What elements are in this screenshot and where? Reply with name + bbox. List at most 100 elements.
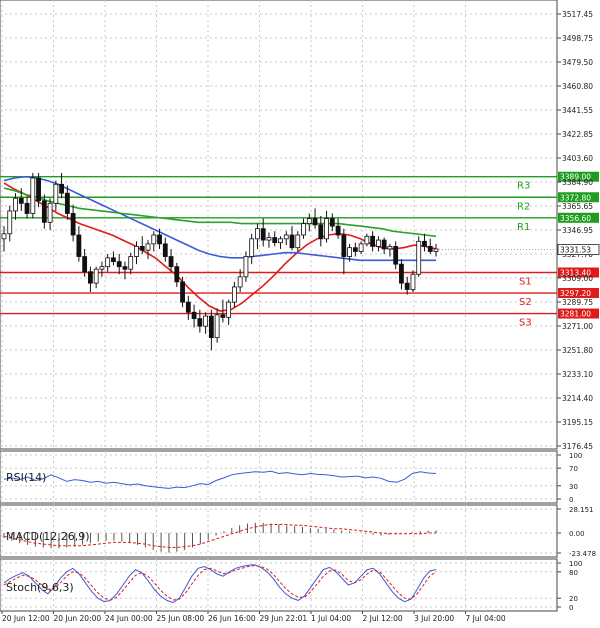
candle-body xyxy=(352,247,358,252)
panel-y-tick-label: 70 xyxy=(569,465,578,473)
candle-body xyxy=(139,246,145,251)
price-y-tick-label: 3251.80 xyxy=(562,346,593,355)
candle-body xyxy=(393,246,399,265)
price-y-tick-label: 3271.00 xyxy=(562,322,593,331)
candle-body xyxy=(185,301,191,313)
candle-body xyxy=(329,218,335,227)
x-tick-label: 25 Jun 08:00 xyxy=(157,614,205,623)
level-value-s2: 3297.20 xyxy=(560,289,591,298)
candle-body xyxy=(208,315,214,339)
candle-body xyxy=(41,200,47,223)
candle-body xyxy=(231,286,237,303)
candle-body xyxy=(174,266,180,283)
candle-body xyxy=(30,177,36,214)
x-tick-label: 7 Jul 04:00 xyxy=(466,614,506,623)
candle-body xyxy=(13,197,18,212)
macd-label: MACD(12,26,9) xyxy=(6,530,90,543)
macd-panel: 28.151 0.00 -23.478 MACD(12,26,9) xyxy=(0,504,596,558)
level-name-s3: S3 xyxy=(519,318,532,329)
x-tick-label: 29 Jun 22:01 xyxy=(260,614,308,623)
level-value-s3: 3281.00 xyxy=(560,310,591,319)
candle-body xyxy=(410,273,416,290)
price-y-tick-label: 3422.85 xyxy=(562,130,593,139)
price-y-tick-label: 3403.60 xyxy=(562,154,593,163)
price-y-tick-label: 3233.10 xyxy=(562,370,593,379)
candle-body xyxy=(122,266,128,270)
price-y-tick-label: 3365.65 xyxy=(562,202,593,211)
candle-body xyxy=(47,202,53,223)
candle-body xyxy=(128,256,134,270)
candle-body xyxy=(70,213,76,236)
candle-body xyxy=(168,256,174,268)
x-tick-label: 24 Jun 00:00 xyxy=(105,614,153,623)
candle-body xyxy=(416,240,422,275)
candle-body xyxy=(111,257,116,263)
price-y-tick-label: 3479.50 xyxy=(562,58,593,67)
candle-body xyxy=(278,238,283,244)
panel-y-tick-label: 80 xyxy=(569,569,578,577)
panel-y-tick-label: 100 xyxy=(569,452,582,460)
price-y-tick-label: 3441.55 xyxy=(562,106,593,115)
x-tick-label: 3 Jul 20:00 xyxy=(414,614,454,623)
candle-body xyxy=(24,202,30,214)
candle-body xyxy=(116,261,122,268)
candle-body xyxy=(93,268,99,284)
candle-body xyxy=(134,246,139,257)
price-y-tick-label: 3309.00 xyxy=(562,274,593,283)
candle-body xyxy=(404,282,410,290)
candle xyxy=(416,236,422,277)
candle-body xyxy=(157,234,162,245)
level-name-r1: R1 xyxy=(517,222,530,233)
candle-body xyxy=(226,301,232,318)
price-y-tick-label: 3460.80 xyxy=(562,82,593,91)
candle-body xyxy=(59,183,64,194)
candle-body xyxy=(324,218,329,240)
candle-body xyxy=(82,256,88,273)
candle-body xyxy=(76,234,82,257)
candle-body xyxy=(88,271,93,284)
candle-body xyxy=(347,247,353,257)
panel-y-tick-label: -23.478 xyxy=(569,550,596,558)
panel-y-tick-label: 0.00 xyxy=(569,530,585,538)
panel-y-tick-label: 0 xyxy=(569,604,573,612)
price-y-tick-label: 3195.15 xyxy=(562,418,593,427)
candle-body xyxy=(312,218,318,226)
price-y-tick-label: 3517.45 xyxy=(562,10,593,19)
candle-body xyxy=(220,314,226,318)
candle-body xyxy=(64,192,70,214)
candle-body xyxy=(53,183,59,204)
price-panel: R33389.00R23372.80R13356.60S13313.40S232… xyxy=(0,0,600,451)
candle-body xyxy=(387,246,393,250)
candle-body xyxy=(427,246,433,252)
level-name-r2: R2 xyxy=(517,201,530,212)
x-tick-label: 20 Jun 12:00 xyxy=(2,614,50,623)
current-price-label: 3331.53 xyxy=(560,246,591,255)
chart-window: R3 3389.00 R2 3372.80 R1 3356.60 S1 3313.40 S2 32… xyxy=(0,0,600,624)
candle-body xyxy=(151,234,157,245)
candle-body xyxy=(180,281,185,303)
candle-body xyxy=(249,238,255,257)
level-value-r1: 3356.60 xyxy=(560,214,591,223)
level-name-s1: S1 xyxy=(519,277,532,288)
price-y-tick-label: 3214.40 xyxy=(562,394,593,403)
candle-body xyxy=(399,263,404,284)
candle-body xyxy=(105,257,111,268)
price-y-tick-label: 3346.95 xyxy=(562,226,593,235)
x-tick-label: 1 Jul 04:00 xyxy=(311,614,351,623)
candle-body xyxy=(335,225,341,236)
price-y-tick-label: 3289.75 xyxy=(562,298,593,307)
candle-body xyxy=(318,224,324,240)
candle-body xyxy=(214,314,220,339)
candle xyxy=(30,172,36,219)
panel-y-tick-label: 28.151 xyxy=(569,506,594,514)
x-tick-label: 20 Jun 20:00 xyxy=(54,614,102,623)
rsi-label: RSI(14) xyxy=(6,471,46,484)
candle-body xyxy=(301,223,306,236)
candle-body xyxy=(381,239,387,250)
level-name-s2: S2 xyxy=(519,297,532,308)
candle-body xyxy=(422,240,427,247)
candle-body xyxy=(364,235,370,245)
panel-y-tick-label: 20 xyxy=(569,595,578,603)
candle-body xyxy=(1,233,7,240)
candle-body xyxy=(306,218,312,225)
